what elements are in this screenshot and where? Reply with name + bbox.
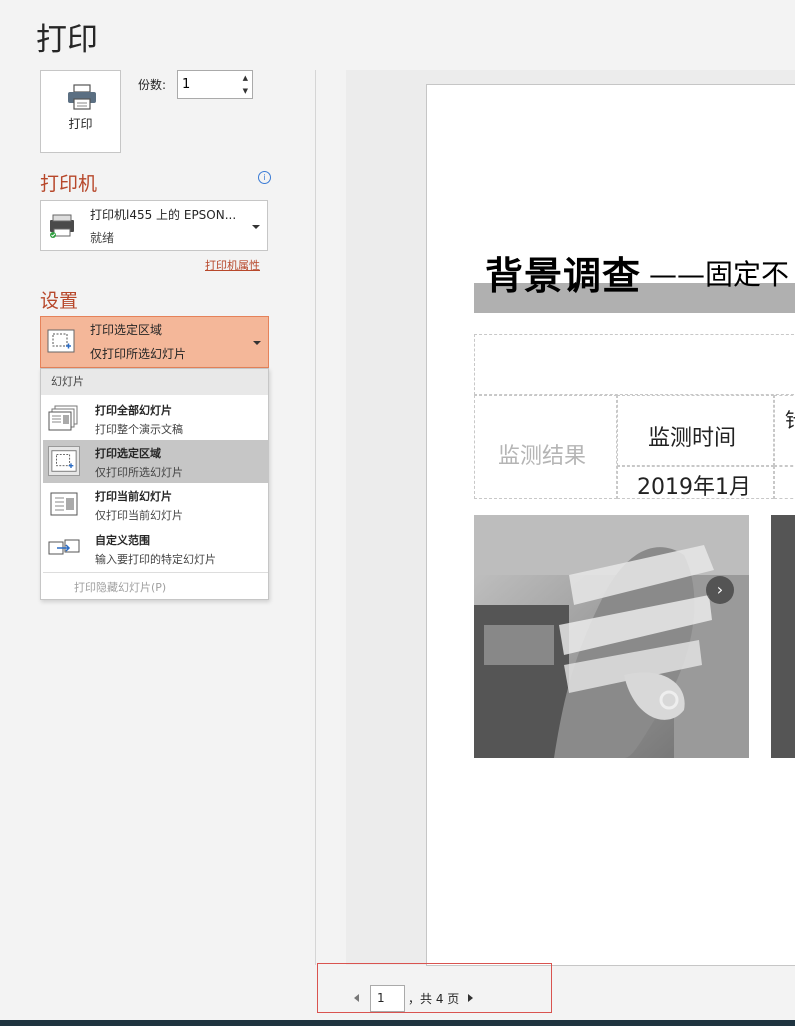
time-header: 监测时间 <box>648 426 737 451</box>
custom-range-icon <box>48 539 80 555</box>
option-title: 打印选定区域 <box>95 447 161 460</box>
option-title: 打印当前幻灯片 <box>95 490 172 503</box>
slide-photo <box>474 515 749 758</box>
option-print-hidden-slides[interactable]: 打印隐藏幻灯片(P) <box>74 579 166 595</box>
printer-heading: 打印机 <box>40 173 98 195</box>
copies-label: 份数: <box>138 78 167 92</box>
option-subtitle: 打印整个演示文稿 <box>95 423 183 436</box>
copies-stepper[interactable]: ▲ ▼ <box>177 70 253 99</box>
increment-icon[interactable]: ▲ <box>243 74 248 82</box>
print-range-subtitle: 仅打印所选幻灯片 <box>90 347 187 361</box>
option-title: 打印全部幻灯片 <box>95 404 172 417</box>
preview-page: 背景调查 ——固定不 监测结果 监测时间 针 2019年1月 › <box>426 84 795 966</box>
print-range-dropdown: 幻灯片 打印全部幻灯片 打印整个演示文稿 打印选定区域 仅打印所选幻灯片 打印当… <box>40 368 269 600</box>
dropdown-group-header: 幻灯片 <box>41 369 268 395</box>
option-print-current-slide[interactable]: 打印当前幻灯片 仅打印当前幻灯片 <box>43 483 268 526</box>
date-value: 2019年1月 <box>637 475 751 500</box>
info-icon[interactable]: i <box>258 171 271 184</box>
printer-name: 打印机l455 上的 EPSON... <box>90 208 237 222</box>
decrement-icon[interactable]: ▼ <box>243 87 248 95</box>
slide-title: 背景调查 <box>485 254 642 298</box>
table-cell: 2019年1月 <box>617 466 774 500</box>
printer-properties-link[interactable]: 打印机属性 <box>205 257 260 273</box>
print-range-title: 打印选定区域 <box>90 323 163 337</box>
current-slide-icon <box>50 492 78 516</box>
option-subtitle: 仅打印当前幻灯片 <box>95 509 183 522</box>
option-print-all-slides[interactable]: 打印全部幻灯片 打印整个演示文稿 <box>43 397 268 440</box>
status-bar <box>0 1020 795 1026</box>
option-subtitle: 输入要打印的特定幻灯片 <box>95 553 216 566</box>
table-cell: 针 <box>774 395 795 466</box>
slide-title-suffix: ——固定不 <box>649 258 790 291</box>
print-button[interactable]: 打印 <box>40 70 121 153</box>
chevron-down-icon <box>253 341 261 345</box>
page-number-input[interactable]: 1 <box>370 985 405 1012</box>
copies-input[interactable] <box>182 76 230 93</box>
table-cell: 监测时间 <box>617 395 774 466</box>
option-title: 自定义范围 <box>95 534 150 547</box>
table-cell <box>774 466 795 499</box>
table-cell: 监测结果 <box>474 395 617 499</box>
page-total-label: ，共 4 页 <box>408 992 460 1006</box>
option-print-selection[interactable]: 打印选定区域 仅打印所选幻灯片 <box>43 440 268 483</box>
printer-device-icon <box>50 214 74 238</box>
page-title: 打印 <box>36 22 98 58</box>
option-subtitle: 仅打印所选幻灯片 <box>95 466 183 479</box>
print-button-label: 打印 <box>68 117 93 131</box>
selection-icon <box>48 446 80 476</box>
chevron-down-icon <box>252 225 260 229</box>
print-range-select[interactable]: 打印选定区域 仅打印所选幻灯片 <box>40 316 269 368</box>
selection-icon <box>47 329 75 353</box>
printer-status: 就绪 <box>90 231 115 245</box>
next-page-icon[interactable] <box>468 994 473 1002</box>
dropdown-divider <box>43 572 268 573</box>
printer-icon <box>68 84 96 110</box>
printer-select[interactable]: 打印机l455 上的 EPSON... 就绪 <box>40 200 268 251</box>
panel-divider <box>315 70 316 965</box>
all-slides-icon <box>48 405 78 431</box>
option-custom-range[interactable]: 自定义范围 输入要打印的特定幻灯片 <box>43 527 268 570</box>
settings-heading: 设置 <box>40 290 79 312</box>
previous-page-icon[interactable] <box>354 994 359 1002</box>
chevron-right-icon[interactable]: › <box>706 576 734 604</box>
table-cell <box>474 334 795 395</box>
extra-header: 针 <box>785 404 795 433</box>
slide-photo <box>771 515 795 758</box>
result-label: 监测结果 <box>498 444 587 469</box>
